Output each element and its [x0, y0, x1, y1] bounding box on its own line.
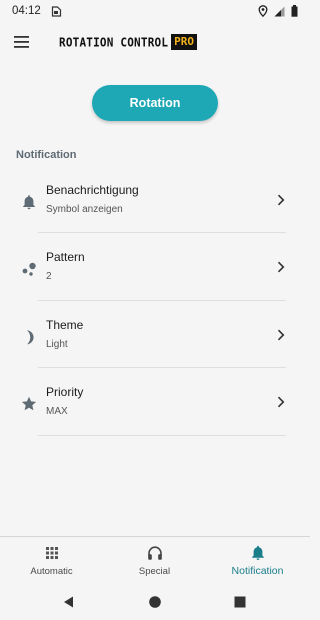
recents-icon[interactable] [232, 594, 248, 610]
chevron-right-icon [277, 396, 285, 408]
setting-subtitle: 2 [46, 271, 52, 282]
nav-item-special[interactable]: Special [103, 537, 206, 583]
setting-title: Theme [46, 318, 84, 332]
setting-item-pattern[interactable]: Pattern 2 [0, 234, 310, 300]
battery-icon [291, 5, 298, 17]
system-navigation-bar [0, 584, 310, 620]
rotation-button[interactable]: Rotation [92, 85, 218, 121]
nav-label: Automatic [30, 566, 73, 577]
bell-icon [23, 195, 35, 210]
section-title: Notification [16, 149, 77, 161]
setting-item-benachrichtigung[interactable]: Benachrichtigung Symbol anzeigen [0, 167, 310, 233]
divider [38, 435, 286, 436]
divider [38, 232, 286, 233]
sim-card-icon [51, 5, 61, 17]
setting-subtitle: MAX [46, 406, 68, 417]
setting-item-priority[interactable]: Priority MAX [0, 369, 310, 435]
nav-item-automatic[interactable]: Automatic [0, 537, 103, 583]
setting-title: Pattern [46, 250, 85, 264]
moon-icon [27, 330, 34, 345]
hamburger-menu-icon[interactable] [12, 32, 34, 52]
setting-title: Priority [46, 385, 84, 399]
chevron-right-icon [277, 329, 285, 341]
app-logo: ROTATION CONTROL PRO [59, 34, 198, 50]
location-icon [258, 5, 268, 17]
bottom-navigation: Automatic Special Notification [0, 536, 310, 582]
divider [38, 300, 286, 301]
pattern-dots-icon [22, 262, 36, 276]
nav-label: Special [138, 566, 171, 577]
pro-badge: PRO [171, 34, 198, 50]
star-icon [21, 396, 37, 411]
app-bar: ROTATION CONTROL PRO [0, 26, 310, 58]
chevron-right-icon [277, 261, 285, 273]
setting-subtitle: Light [46, 339, 68, 350]
brand-text: ROTATION CONTROL [59, 34, 169, 50]
setting-subtitle: Symbol anzeigen [46, 204, 123, 215]
headphones-icon [147, 546, 162, 560]
signal-icon [274, 6, 285, 16]
setting-title: Benachrichtigung [46, 183, 139, 197]
nav-item-notification[interactable]: Notification [206, 537, 309, 583]
bell-icon [251, 545, 264, 560]
home-icon[interactable] [147, 594, 163, 610]
status-time: 04:12 [12, 5, 41, 17]
divider [38, 367, 286, 368]
chevron-right-icon [277, 194, 285, 206]
nav-label: Notification [231, 565, 284, 577]
setting-item-theme[interactable]: Theme Light [0, 302, 310, 368]
grid-icon [45, 547, 58, 559]
status-bar: 04:12 [0, 0, 310, 22]
back-icon[interactable] [61, 594, 77, 610]
